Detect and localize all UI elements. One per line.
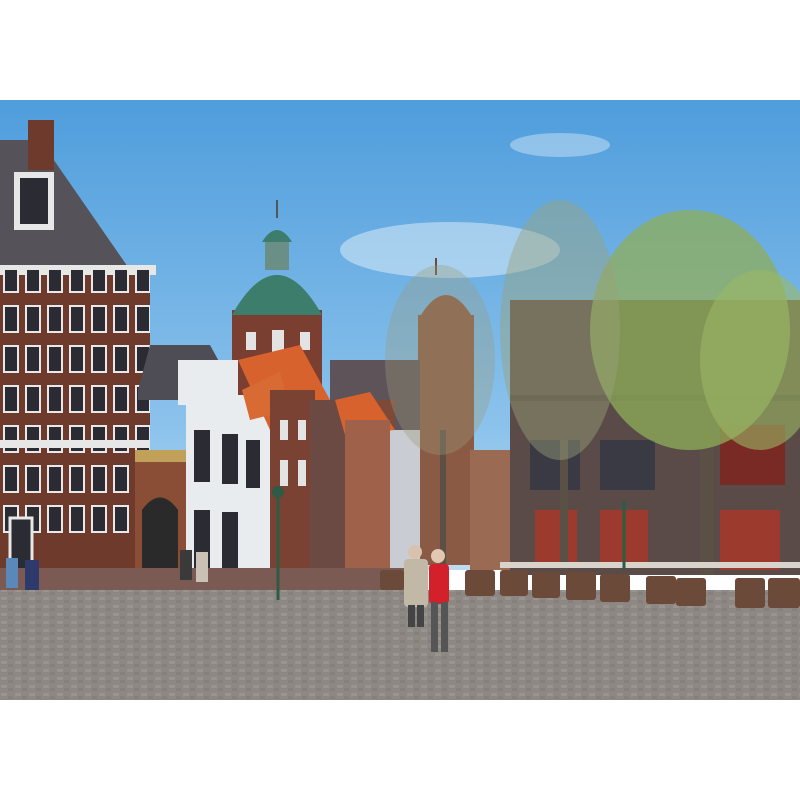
scene-svg: [0, 100, 800, 700]
cloud: [510, 133, 610, 157]
cobbled-square: [0, 590, 800, 700]
lamp-head: [272, 486, 284, 498]
photo: [0, 100, 800, 700]
image-frame: [0, 0, 800, 800]
